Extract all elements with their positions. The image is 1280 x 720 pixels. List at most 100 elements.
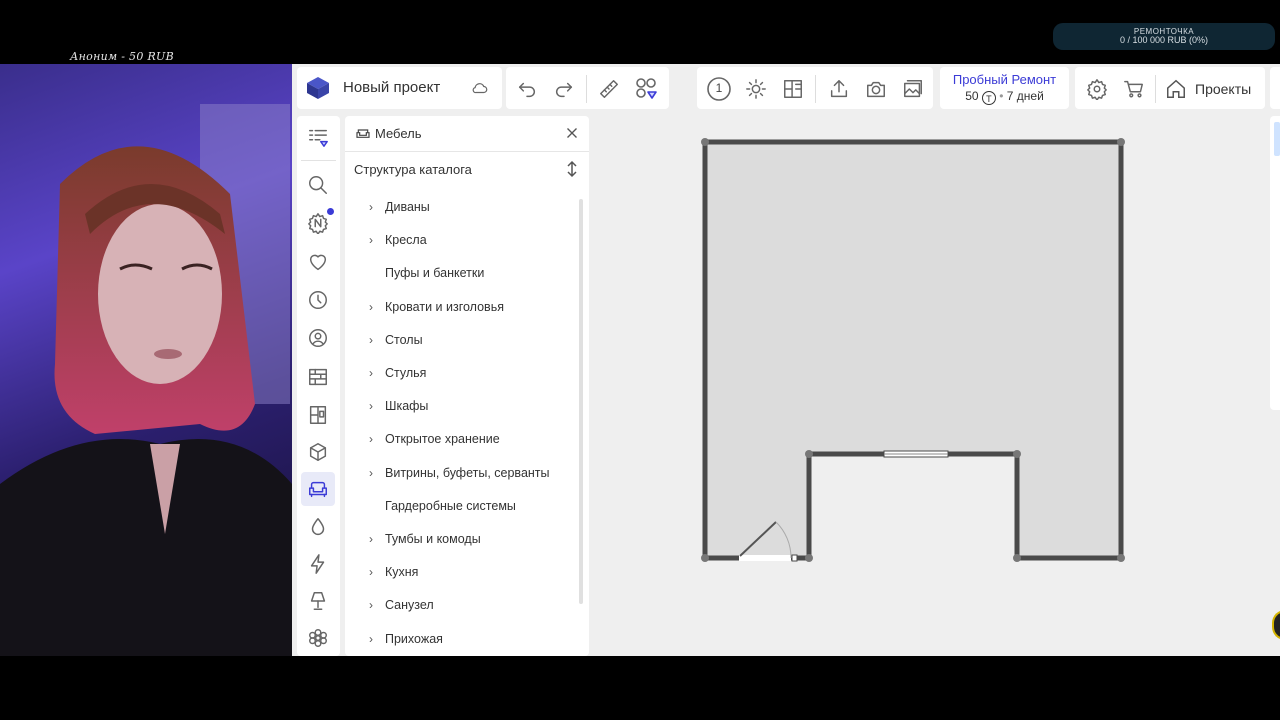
floor-plan-canvas[interactable]: [612, 112, 1280, 612]
corner-node[interactable]: [1117, 138, 1125, 146]
chevron-right-icon: ›: [369, 399, 373, 414]
corner-node[interactable]: [1013, 450, 1021, 458]
wall-materials-icon[interactable]: [303, 362, 333, 392]
catalog-item[interactable]: › Тумбы и комоды: [345, 528, 575, 550]
door-jamb: [791, 554, 798, 562]
project-name[interactable]: Новый проект: [343, 79, 440, 96]
lighting-lamp-icon[interactable]: [303, 586, 333, 616]
cloud-save-icon[interactable]: [469, 77, 491, 99]
catalog-menu-icon[interactable]: [303, 122, 333, 152]
settings-gear-icon[interactable]: [1083, 75, 1111, 103]
catalog-item[interactable]: › Открытое хранение: [345, 428, 575, 450]
floor-plan-view-icon[interactable]: [779, 75, 807, 103]
catalog-item[interactable]: ›Гардеробные системы: [345, 495, 575, 517]
trial-title: Пробный Ремонт: [952, 72, 1057, 87]
catalog-item[interactable]: › Санузел: [345, 594, 575, 616]
camera-icon[interactable]: [862, 75, 890, 103]
app-logo-icon[interactable]: [305, 75, 331, 101]
catalog-item-label: Шкафы: [385, 399, 429, 414]
lighting-icon[interactable]: [742, 75, 770, 103]
decor-flower-icon[interactable]: [303, 623, 333, 653]
tool-sidebar: [297, 116, 340, 656]
corner-node[interactable]: [805, 450, 813, 458]
chevron-right-icon: ›: [369, 565, 373, 580]
projects-button[interactable]: Проекты: [1165, 75, 1260, 103]
expand-collapse-icon[interactable]: [565, 160, 579, 178]
chevron-right-icon: ›: [369, 299, 373, 314]
sofa-small-icon: [355, 126, 371, 142]
catalog-item-label: Открытое хранение: [385, 432, 500, 447]
webcam-feed: [0, 64, 292, 656]
catalog-item-label: Пуфы и банкетки: [385, 266, 485, 281]
close-panel-button[interactable]: [563, 124, 581, 142]
catalog-item-label: Прихожая: [385, 631, 443, 646]
floor-number: 1: [715, 81, 723, 95]
toolbar-overflow-edge: [1270, 67, 1280, 109]
catalog-item[interactable]: › Стулья: [345, 362, 575, 384]
toolbar-divider: [1155, 75, 1156, 103]
corner-node[interactable]: [805, 554, 813, 562]
corner-node[interactable]: [701, 138, 709, 146]
home-icon: [1167, 79, 1185, 98]
chevron-right-icon: ›: [369, 432, 373, 447]
3d-objects-cube-icon[interactable]: [303, 437, 333, 467]
right-panel-tab[interactable]: [1274, 122, 1280, 156]
notification-dot: [327, 208, 334, 215]
electrical-bolt-icon[interactable]: [303, 549, 333, 579]
catalog-item-label: Столы: [385, 332, 423, 347]
catalog-item[interactable]: › Шкафы: [345, 395, 575, 417]
chevron-right-icon: ›: [369, 332, 373, 347]
catalog-item[interactable]: › Кухня: [345, 561, 575, 583]
project-toolbar: Новый проект: [297, 67, 502, 109]
corner-node[interactable]: [1013, 554, 1021, 562]
cart-icon[interactable]: [1120, 75, 1148, 103]
favorites-heart-icon[interactable]: [303, 247, 333, 277]
floor-selector[interactable]: 1: [705, 75, 733, 103]
plumbing-drop-icon[interactable]: [303, 512, 333, 542]
catalog-item-label: Кресла: [385, 233, 427, 248]
corner-node[interactable]: [701, 554, 709, 562]
chevron-right-icon: ›: [369, 532, 373, 546]
new-items-icon[interactable]: [303, 208, 334, 238]
toolbar-divider: [815, 75, 816, 103]
redo-icon[interactable]: [551, 76, 577, 102]
catalog-item[interactable]: ›Пуфы и банкетки: [345, 262, 575, 284]
search-icon[interactable]: [303, 170, 333, 200]
doors-windows-icon[interactable]: [303, 400, 333, 430]
panel-divider: [345, 151, 589, 152]
catalog-item[interactable]: › Кресла: [345, 229, 575, 251]
gallery-icon[interactable]: [899, 75, 927, 103]
door-opening[interactable]: [739, 555, 791, 561]
user-profile-icon[interactable]: [303, 323, 333, 353]
room-floor[interactable]: [705, 142, 1121, 558]
toolbar-divider: [586, 75, 587, 103]
catalog-item[interactable]: › Прихожая: [345, 628, 575, 650]
goal-progress: 0 / 100 000 RUB (0%): [1119, 35, 1209, 45]
chevron-right-icon: ›: [369, 200, 373, 214]
donation-alert: Аноним - 50 RUB: [70, 50, 174, 63]
undo-icon[interactable]: [514, 76, 540, 102]
sidebar-divider: [301, 160, 336, 161]
catalog-scrollbar[interactable]: [579, 199, 583, 604]
catalog-item-label: Кровати и изголовья: [385, 299, 504, 314]
corner-node[interactable]: [1117, 554, 1125, 562]
help-chat-button[interactable]: [1272, 610, 1280, 640]
account-toolbar: Проекты: [1075, 67, 1265, 109]
catalog-item[interactable]: › Столы: [345, 329, 575, 351]
history-clock-icon[interactable]: [303, 285, 333, 315]
catalog-item[interactable]: › Витрины, буфеты, серванты: [345, 462, 575, 484]
premium-tools-icon[interactable]: [632, 74, 662, 104]
trial-badge[interactable]: Пробный Ремонт 50 T • 7 дней: [940, 67, 1069, 109]
separator-dot: •: [999, 89, 1004, 103]
export-icon[interactable]: [825, 75, 853, 103]
ruler-icon[interactable]: [596, 76, 622, 102]
catalog-item[interactable]: › Кровати и изголовья: [345, 296, 575, 318]
catalog-item-label: Витрины, буфеты, серванты: [385, 465, 550, 480]
view-toolbar: 1: [697, 67, 933, 109]
catalog-item[interactable]: › Диваны: [345, 196, 575, 218]
token-icon: T: [981, 91, 996, 105]
catalog-item-label: Гардеробные системы: [385, 498, 516, 513]
furniture-sofa-icon[interactable]: [301, 472, 335, 506]
chevron-right-icon: ›: [369, 366, 373, 380]
catalog-item-label: Тумбы и комоды: [385, 532, 481, 546]
